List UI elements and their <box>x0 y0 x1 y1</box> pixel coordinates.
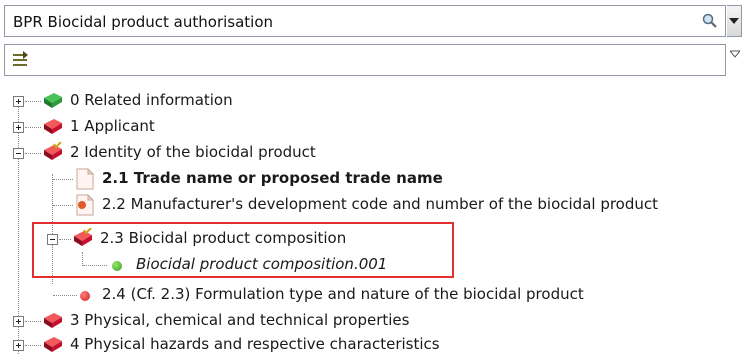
document-warning-icon <box>76 194 94 216</box>
tree-item-related-information[interactable]: 0 Related information <box>0 88 742 114</box>
tree-item-identity[interactable]: 2 Identity of the biocidal product <box>0 140 742 166</box>
expand-icon[interactable] <box>13 340 24 351</box>
tree-item-label: 0 Related information <box>70 91 233 109</box>
tree-item-label: 2.1 Trade name or proposed trade name <box>102 169 443 187</box>
tree-item-label: 2.2 Manufacturer's development code and … <box>102 195 659 213</box>
tree-item-label: 3 Physical, chemical and technical prope… <box>70 311 410 329</box>
book-red-icon <box>44 119 62 134</box>
search-dropdown-button[interactable] <box>727 5 742 37</box>
book-red-icon <box>44 337 62 352</box>
filter-arrows-icon[interactable] <box>11 51 29 69</box>
document-icon <box>76 168 94 190</box>
collapse-icon[interactable] <box>13 148 24 159</box>
chevron-down-icon <box>729 18 739 24</box>
filter-bar[interactable] <box>4 44 726 76</box>
tree-item-label: 2.4 (Cf. 2.3) Formulation type and natur… <box>102 285 584 303</box>
tree-item-physical-hazards[interactable]: 4 Physical hazards and respective charac… <box>0 332 742 358</box>
filter-caret-icon[interactable] <box>730 50 740 58</box>
book-red-icon <box>44 313 62 328</box>
book-red-check-icon <box>44 142 62 160</box>
search-combo[interactable]: BPR Biocidal product authorisation <box>4 5 726 37</box>
search-input[interactable]: BPR Biocidal product authorisation <box>13 13 273 31</box>
expand-icon[interactable] <box>13 122 24 133</box>
tree-item-manufacturer-code[interactable]: 2.2 Manufacturer's development code and … <box>0 192 742 218</box>
tree-item-trade-name[interactable]: 2.1 Trade name or proposed trade name <box>0 166 742 192</box>
tree-item-label: 2 Identity of the biocidal product <box>70 143 316 161</box>
highlight-box <box>32 222 454 278</box>
tree-item-applicant[interactable]: 1 Applicant <box>0 114 742 140</box>
tree-item-label: 1 Applicant <box>70 117 155 135</box>
tree-item-label: 4 Physical hazards and respective charac… <box>70 335 440 353</box>
tree-view: 0 Related information 1 Applicant 2 Iden… <box>0 86 742 354</box>
red-dot-icon <box>80 291 90 301</box>
expand-icon[interactable] <box>13 316 24 327</box>
expand-icon[interactable] <box>13 96 24 107</box>
tree-item-formulation-type[interactable]: 2.4 (Cf. 2.3) Formulation type and natur… <box>0 282 742 308</box>
tree-item-physical-chemical[interactable]: 3 Physical, chemical and technical prope… <box>0 308 742 334</box>
magnifier-icon[interactable] <box>701 12 719 30</box>
book-green-icon <box>44 93 62 108</box>
